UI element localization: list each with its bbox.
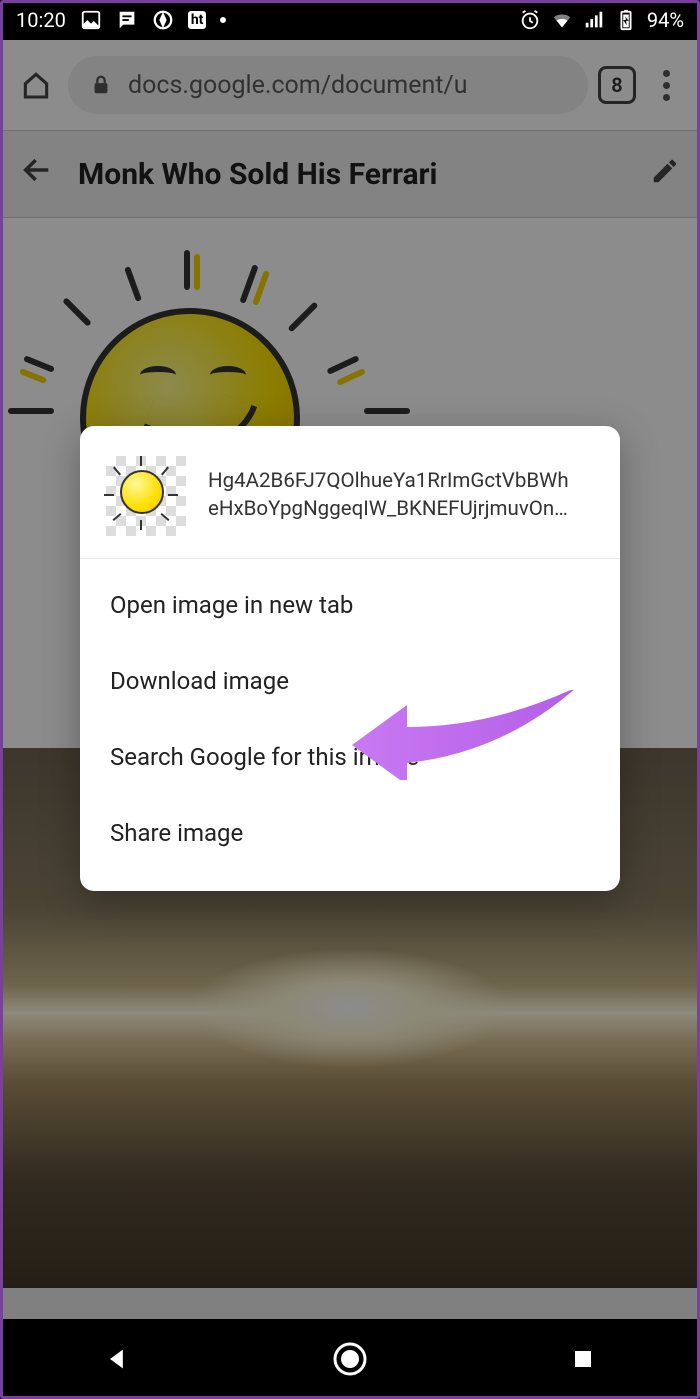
menu-share-image[interactable]: Share image — [80, 795, 620, 871]
context-menu-header: Hg4A2B6FJ7QOlhueYa1RrImGctVbBWh eHxBoYpg… — [80, 426, 620, 559]
alarm-icon — [519, 9, 541, 31]
square-recents-icon — [571, 1347, 595, 1371]
circle-home-icon — [332, 1341, 368, 1377]
image-thumbnail — [106, 456, 186, 536]
ht-badge: ht — [188, 11, 207, 29]
signal-icon — [583, 9, 605, 31]
nav-recents-button[interactable] — [553, 1329, 613, 1389]
wifi-icon — [551, 9, 573, 31]
battery-percent: 94% — [647, 8, 684, 32]
image-filename: Hg4A2B6FJ7QOlhueYa1RrImGctVbBWh eHxBoYpg… — [208, 468, 569, 523]
status-bar: 10:20 ht 94% — [0, 0, 700, 40]
triangle-back-icon — [103, 1345, 131, 1373]
context-menu-list: Open image in new tab Download image Sea… — [80, 559, 620, 891]
battery-icon — [615, 9, 637, 31]
menu-open-in-new-tab[interactable]: Open image in new tab — [80, 567, 620, 643]
circle-icon — [152, 9, 174, 31]
context-menu: Hg4A2B6FJ7QOlhueYa1RrImGctVbBWh eHxBoYpg… — [80, 426, 620, 891]
system-nav-bar — [0, 1319, 700, 1399]
message-icon — [116, 9, 138, 31]
image-icon — [80, 9, 102, 31]
dot-icon — [220, 17, 226, 23]
nav-home-button[interactable] — [320, 1329, 380, 1389]
menu-download-image[interactable]: Download image — [80, 643, 620, 719]
menu-search-google[interactable]: Search Google for this image — [80, 719, 620, 795]
nav-back-button[interactable] — [87, 1329, 147, 1389]
status-time: 10:20 — [16, 8, 66, 32]
